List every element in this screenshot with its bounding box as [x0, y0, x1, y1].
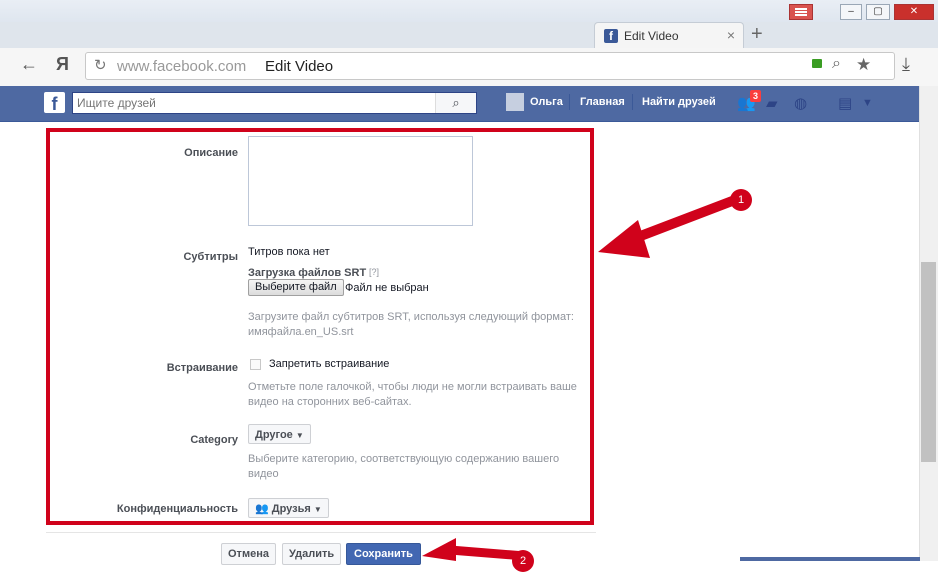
delete-button[interactable]: Удалить: [282, 543, 342, 565]
url-page-title: Edit Video: [265, 58, 334, 75]
facebook-logo-icon[interactable]: f: [44, 92, 65, 114]
search-icon[interactable]: ⌕: [435, 93, 476, 113]
privacy-shortcuts-icon[interactable]: ▤: [838, 94, 852, 112]
divider: [632, 94, 633, 110]
facebook-favicon-icon: f: [604, 29, 618, 43]
chevron-down-icon[interactable]: ▼: [862, 97, 873, 109]
messages-icon[interactable]: ▰: [766, 94, 778, 112]
zoom-icon[interactable]: ⌕: [832, 55, 841, 73]
star-icon[interactable]: ★: [856, 55, 871, 75]
close-window-icon[interactable]: ✕: [894, 4, 934, 20]
download-icon[interactable]: ⤓: [902, 54, 910, 75]
search-input[interactable]: [77, 94, 437, 112]
scrollbar-thumb[interactable]: [921, 262, 936, 462]
highlight-box: [46, 128, 594, 525]
minimize-icon[interactable]: –: [840, 4, 862, 20]
maximize-icon[interactable]: ▢: [866, 4, 890, 20]
profile-link[interactable]: Ольга: [530, 96, 563, 108]
divider: [569, 94, 570, 110]
home-link[interactable]: Главная: [580, 96, 625, 108]
avatar[interactable]: [506, 93, 524, 111]
annotation-marker-1: 1: [730, 189, 752, 211]
lock-icon: [812, 59, 822, 68]
menu-icon[interactable]: [789, 4, 813, 20]
new-tab-button[interactable]: +: [751, 23, 763, 46]
find-friends-link[interactable]: Найти друзей: [642, 96, 716, 108]
url-input[interactable]: ↻ www.facebook.com Edit Video ⌕ ★: [85, 52, 895, 80]
bottom-bar: [740, 557, 920, 561]
reload-icon[interactable]: ↻: [94, 56, 107, 74]
notification-badge: 3: [750, 90, 762, 102]
back-arrow-icon[interactable]: ←: [20, 54, 38, 75]
tab-edit-video[interactable]: f Edit Video ×: [594, 22, 744, 48]
tab-close-icon[interactable]: ×: [727, 27, 735, 43]
url-domain: www.facebook.com: [117, 58, 247, 75]
tab-title: Edit Video: [624, 29, 679, 43]
form-divider: [46, 532, 596, 533]
notifications-globe-icon[interactable]: ◍: [794, 94, 807, 112]
annotation-marker-2: 2: [512, 550, 534, 572]
cancel-button[interactable]: Отмена: [221, 543, 276, 565]
tab-bar: [0, 22, 938, 48]
search-box: ⌕: [72, 92, 477, 114]
yandex-icon[interactable]: Я: [56, 54, 69, 75]
save-button[interactable]: Сохранить: [346, 543, 421, 565]
